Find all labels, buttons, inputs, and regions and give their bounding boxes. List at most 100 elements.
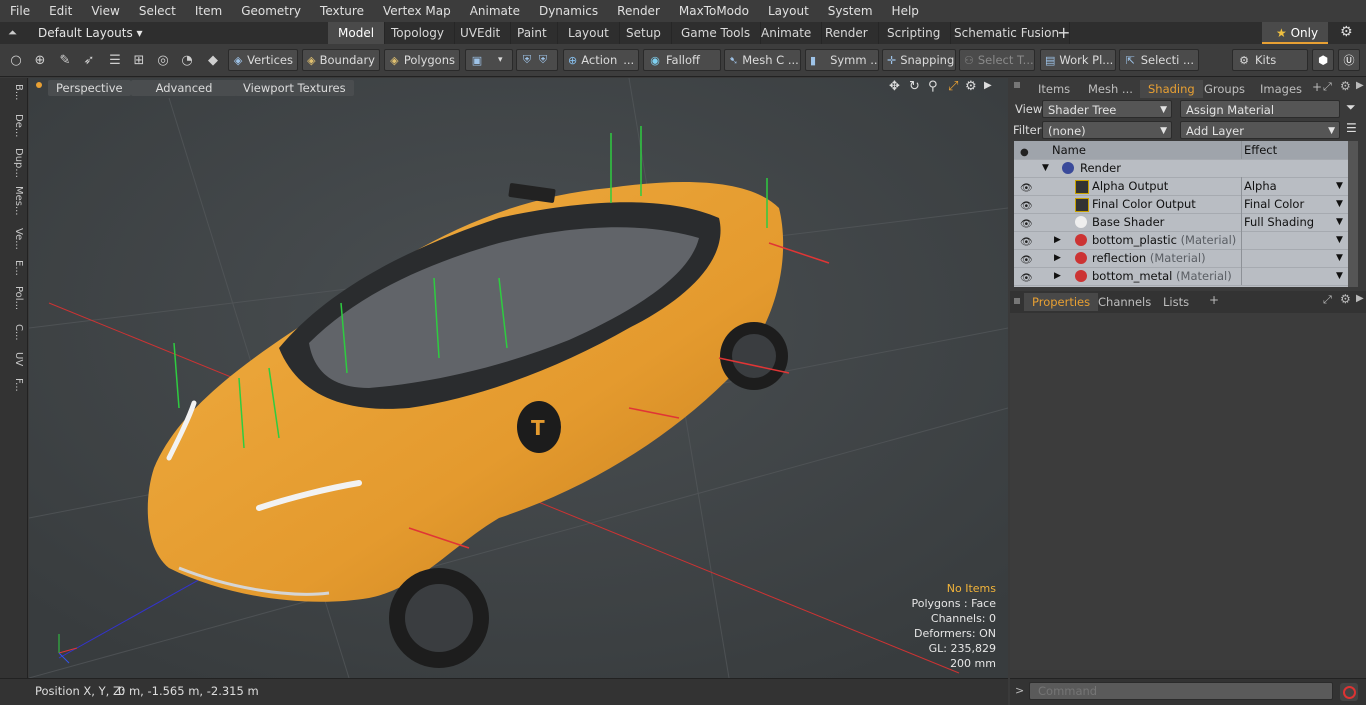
tab-mesh-edit[interactable]: Mes... — [4, 186, 24, 216]
tab-topology[interactable]: Topology — [381, 22, 455, 44]
shader-tree-scrollbar[interactable] — [1348, 141, 1358, 287]
select-through-button[interactable]: ⚇ Select T... — [959, 49, 1035, 71]
tab-properties[interactable]: Properties — [1024, 293, 1099, 311]
menu-layout[interactable]: Layout — [758, 0, 818, 22]
viewport-3d[interactable]: T Perspective Advanced Viewport Textures… — [29, 78, 1008, 678]
tab-vertex[interactable]: Ve... — [4, 228, 24, 250]
props-play-icon[interactable]: ▶ — [1356, 293, 1364, 304]
shader-row-final-color[interactable]: 👁 Final Color Output Final Color ▼ — [1014, 195, 1348, 214]
eye-icon[interactable]: 👁 — [1020, 234, 1033, 248]
filter-funnel-icon[interactable]: ⏷ — [1346, 100, 1356, 115]
tab-edge[interactable]: E... — [4, 260, 24, 276]
action-button[interactable]: ⊕ Action... — [563, 49, 639, 71]
view-dropdown[interactable]: Shader Tree ▼ — [1042, 100, 1172, 118]
tab-groups[interactable]: Groups — [1196, 80, 1253, 98]
eye-icon[interactable]: 👁 — [1020, 270, 1033, 284]
tab-shading[interactable]: Shading — [1140, 80, 1203, 98]
menu-dynamics[interactable]: Dynamics — [529, 0, 607, 22]
chevron-down-icon[interactable]: ▼ — [1336, 231, 1343, 249]
maximize-icon[interactable]: ⤢ — [948, 79, 958, 94]
menu-render[interactable]: Render — [607, 0, 669, 22]
menu-item[interactable]: Item — [185, 0, 231, 22]
assign-material-button[interactable]: Assign Material — [1180, 100, 1340, 118]
pan-icon[interactable]: ✥ — [889, 79, 900, 94]
shader-row-render[interactable]: ▼ Render — [1014, 159, 1348, 178]
play-icon[interactable]: ▶ — [984, 80, 992, 91]
rotate-icon[interactable]: ◔ — [176, 49, 198, 71]
boundary-button[interactable]: ◈ Boundary — [302, 49, 380, 71]
tab-animate[interactable]: Animate — [751, 22, 823, 44]
tab-polygon[interactable]: Pol... — [4, 286, 24, 310]
tab-lists[interactable]: Lists — [1155, 293, 1197, 311]
viewport-gear-icon[interactable]: ⚙ — [965, 79, 977, 94]
panel-gear-icon[interactable]: ⚙ — [1340, 79, 1351, 93]
props-expand-icon[interactable]: ⤢ — [1323, 293, 1332, 307]
props-menu-icon[interactable] — [1014, 298, 1020, 304]
tab-setup[interactable]: Setup — [616, 22, 672, 44]
selection-sets-button[interactable]: ⇱ Selecti ... — [1119, 49, 1199, 71]
lasso-icon[interactable]: ➶ — [78, 49, 100, 71]
shader-row-base-shader[interactable]: 👁 Base Shader Full Shading ▼ — [1014, 213, 1348, 232]
panel-play-icon[interactable]: ▶ — [1356, 80, 1364, 91]
snap-toggle-button[interactable]: ⛨ ⛨ — [516, 49, 558, 71]
snapping-button[interactable]: ✛ Snapping — [882, 49, 956, 71]
tab-basic[interactable]: B... — [4, 84, 24, 100]
align-icon[interactable]: ☰ — [104, 49, 126, 71]
menu-geometry[interactable]: Geometry — [231, 0, 310, 22]
grid-icon[interactable]: ⊞ — [128, 49, 150, 71]
only-toggle[interactable]: ★ Only — [1262, 22, 1328, 44]
select-circle-icon[interactable]: ○ — [5, 49, 27, 71]
unity-button[interactable]: ⬢ — [1312, 49, 1334, 71]
target-icon[interactable]: ◎ — [152, 49, 174, 71]
command-input[interactable] — [1029, 682, 1333, 700]
menu-edit[interactable]: Edit — [39, 0, 81, 22]
alpha-effect-value[interactable]: Alpha — [1244, 177, 1277, 195]
eye-icon[interactable]: 👁 — [1020, 252, 1033, 266]
shader-row-bottom-metal[interactable]: 👁 ▶ bottom_metal (Material) ▼ — [1014, 267, 1348, 286]
expand-arrow-icon[interactable]: ▶ — [1054, 231, 1061, 249]
chevron-down-icon[interactable]: ▼ — [1336, 213, 1343, 231]
mesh-constraint-button[interactable]: ➷ Mesh C ... — [724, 49, 801, 71]
polygons-button[interactable]: ◈ Polygons — [384, 49, 460, 71]
shader-row-bottom-plastic[interactable]: 👁 ▶ bottom_plastic (Material) ▼ — [1014, 231, 1348, 250]
name-column-header[interactable]: Name — [1052, 141, 1086, 159]
tab-mesh[interactable]: Mesh ... — [1080, 80, 1141, 98]
filter-dropdown[interactable]: (none) ▼ — [1042, 121, 1172, 139]
tab-uv[interactable]: UV — [4, 352, 24, 366]
menu-vertex-map[interactable]: Vertex Map — [373, 0, 460, 22]
eye-icon[interactable]: 👁 — [1020, 216, 1033, 230]
panel-menu-icon[interactable] — [1014, 82, 1020, 88]
props-gear-icon[interactable]: ⚙ — [1340, 292, 1351, 306]
add-tab-icon[interactable]: + — [1057, 22, 1070, 44]
expand-arrow-icon[interactable]: ▶ — [1054, 267, 1061, 285]
add-layer-dropdown[interactable]: Add Layer ▼ — [1180, 121, 1340, 139]
menu-texture[interactable]: Texture — [310, 0, 373, 22]
base-shader-effect-value[interactable]: Full Shading — [1244, 213, 1314, 231]
record-macro-button[interactable] — [1340, 683, 1358, 701]
pen-icon[interactable]: ✎ — [54, 49, 76, 71]
tab-duplicate[interactable]: Dup... — [4, 148, 24, 178]
menu-help[interactable]: Help — [882, 0, 928, 22]
gear-icon[interactable]: ⚙ — [1340, 24, 1353, 40]
rotate-view-icon[interactable]: ↻ — [909, 79, 920, 94]
unreal-button[interactable]: Ⓤ — [1338, 49, 1360, 71]
tab-deform[interactable]: De... — [4, 114, 24, 137]
add-panel-tab-icon[interactable]: + — [1312, 80, 1322, 94]
item-mode-button[interactable]: ▣ ▾ — [465, 49, 513, 71]
default-layouts-dropdown[interactable]: Default Layouts ▾ — [38, 22, 143, 44]
menu-select[interactable]: Select — [129, 0, 185, 22]
perspective-dropdown[interactable]: Perspective — [48, 80, 131, 96]
tab-uvedit[interactable]: UVEdit — [450, 22, 512, 44]
expand-arrow-icon[interactable]: ▼ — [1042, 159, 1049, 177]
chevron-down-icon[interactable]: ▼ — [1336, 195, 1343, 213]
eye-icon[interactable]: 👁 — [1020, 180, 1033, 194]
tab-items[interactable]: Items — [1030, 80, 1078, 98]
tab-render[interactable]: Render — [815, 22, 879, 44]
tab-model[interactable]: Model — [328, 22, 386, 46]
tab-channels[interactable]: Channels — [1090, 293, 1159, 311]
viewport-textures-dropdown[interactable]: Viewport Textures — [235, 80, 354, 96]
tab-curve[interactable]: C... — [4, 324, 24, 341]
globe-icon[interactable]: ⊕ — [29, 49, 51, 71]
eye-icon[interactable]: 👁 — [1020, 198, 1033, 212]
tab-fusion[interactable]: F... — [4, 378, 24, 392]
